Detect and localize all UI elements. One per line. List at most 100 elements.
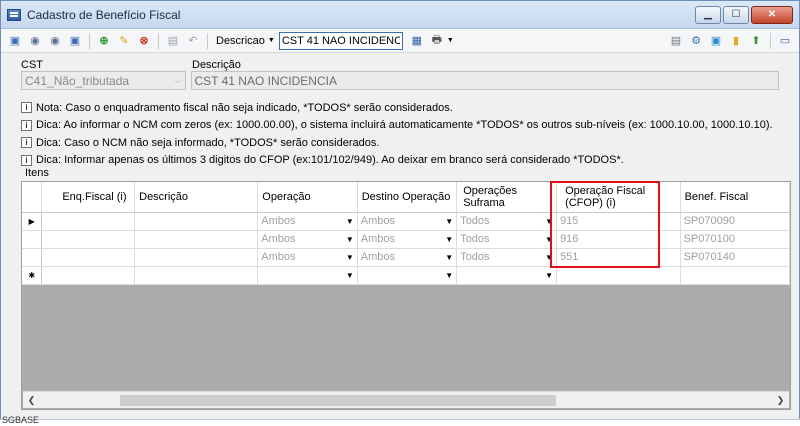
save-icon[interactable]: ▤ bbox=[165, 33, 181, 49]
horizontal-scrollbar[interactable]: ❮ ❯ bbox=[23, 391, 789, 408]
cell-suframa-value: Todos bbox=[460, 251, 490, 263]
dropdown-arrow-icon[interactable]: ▼ bbox=[545, 253, 553, 262]
cell-benef-fiscal[interactable] bbox=[680, 266, 790, 285]
dropdown-arrow-icon[interactable]: ▼ bbox=[445, 271, 453, 280]
table-row[interactable]: Ambos ▼ Ambos ▼ Todos ▼ 551 SP070140 bbox=[22, 248, 790, 267]
cell-operacao[interactable]: Ambos ▼ bbox=[257, 212, 358, 231]
form-area: CST Descrição C41_Não_tributada ⌵ CST 41… bbox=[1, 53, 799, 169]
dropdown-arrow-icon[interactable]: ▼ bbox=[346, 217, 354, 226]
chevron-down-icon[interactable]: ▼ bbox=[447, 37, 454, 44]
delete-icon[interactable]: ⊗ bbox=[136, 33, 152, 49]
table-row[interactable]: ▶ Ambos ▼ Ambos ▼ Todos ▼ 915 SP070090 bbox=[22, 212, 790, 231]
doc-icon[interactable]: ▮ bbox=[728, 33, 744, 49]
descricao-field[interactable]: CST 41 NAO INCIDENCIA bbox=[190, 71, 779, 90]
first-icon[interactable]: ▣ bbox=[7, 33, 23, 49]
dropdown-arrow-icon[interactable]: ▼ bbox=[445, 253, 453, 262]
new-row-asterisk-icon[interactable]: ✱ bbox=[22, 266, 43, 285]
tools-icon[interactable]: ⚙ bbox=[688, 33, 704, 49]
dropdown-arrow-icon[interactable]: ▼ bbox=[445, 217, 453, 226]
maximize-button[interactable]: ☐ bbox=[723, 5, 749, 24]
cell-descricao[interactable] bbox=[134, 230, 259, 249]
scroll-track[interactable] bbox=[40, 392, 772, 409]
fields-row: C41_Não_tributada ⌵ CST 41 NAO INCIDENCI… bbox=[21, 71, 779, 90]
cell-operacao[interactable]: ▼ bbox=[257, 266, 358, 285]
itens-table: Enq.Fiscal (i) Descrição Operação Destin… bbox=[22, 182, 790, 285]
itens-grid[interactable]: Enq.Fiscal (i) Descrição Operação Destin… bbox=[21, 181, 791, 410]
col-header-cfop[interactable]: Operação Fiscal (CFOP) (i) bbox=[556, 182, 681, 213]
export-icon[interactable]: ▣ bbox=[708, 33, 724, 49]
field-selector-dropdown[interactable]: Descricao ▼ bbox=[216, 35, 275, 47]
row-current-indicator-icon[interactable]: ▶ bbox=[22, 212, 43, 231]
new-row[interactable]: ✱ ▼ ▼ ▼ bbox=[22, 266, 790, 285]
cell-benef-fiscal[interactable]: SP070090 bbox=[680, 212, 790, 231]
search-input[interactable] bbox=[278, 31, 403, 50]
cell-benef-fiscal[interactable]: SP070140 bbox=[680, 248, 790, 267]
cell-operacoes-suframa[interactable]: Todos ▼ bbox=[456, 212, 558, 231]
row-header[interactable] bbox=[22, 230, 43, 249]
cell-operacao[interactable]: Ambos ▼ bbox=[257, 248, 358, 267]
last-icon[interactable]: ▣ bbox=[67, 33, 83, 49]
cell-destino-operacao[interactable]: Ambos ▼ bbox=[357, 212, 458, 231]
edit-icon[interactable]: ✎ bbox=[116, 33, 132, 49]
cell-descricao[interactable] bbox=[134, 266, 259, 285]
cell-enq-fiscal[interactable] bbox=[41, 212, 136, 231]
cst-combobox[interactable]: C41_Não_tributada ⌵ bbox=[21, 71, 186, 90]
dropdown-arrow-icon[interactable]: ▼ bbox=[545, 271, 553, 280]
filter-icon[interactable]: ▤ bbox=[668, 33, 684, 49]
undo-icon[interactable]: ↶ bbox=[185, 33, 201, 49]
dropdown-arrow-icon[interactable]: ▼ bbox=[445, 235, 453, 244]
col-header-operacoes-suframa[interactable]: Operações Suframa bbox=[456, 182, 558, 213]
cell-enq-fiscal[interactable] bbox=[41, 266, 136, 285]
cell-descricao[interactable] bbox=[134, 212, 259, 231]
cell-operacoes-suframa[interactable]: Todos ▼ bbox=[456, 248, 558, 267]
search-grid-icon[interactable]: ▦ bbox=[409, 33, 425, 49]
cell-enq-fiscal[interactable] bbox=[41, 230, 136, 249]
toolbar-separator bbox=[89, 32, 90, 49]
cell-destino-operacao[interactable]: Ambos ▼ bbox=[357, 248, 458, 267]
minimize-button[interactable]: ▁ bbox=[695, 5, 721, 24]
note-item: i Dica: Informar apenas os últimos 3 dig… bbox=[21, 152, 779, 170]
itens-group: Itens Enq.Fiscal (i) Descrição Operação … bbox=[21, 167, 791, 413]
dropdown-arrow-icon[interactable]: ▼ bbox=[346, 235, 354, 244]
prev-icon[interactable]: ◉ bbox=[27, 33, 43, 49]
next-icon[interactable]: ◉ bbox=[47, 33, 63, 49]
field-selector-label: Descricao bbox=[216, 34, 265, 47]
scroll-left-icon[interactable]: ❮ bbox=[23, 392, 40, 409]
col-header-operacao[interactable]: Operação bbox=[257, 182, 358, 213]
scroll-right-icon[interactable]: ❯ bbox=[772, 392, 789, 409]
dropdown-arrow-icon[interactable]: ▼ bbox=[545, 235, 553, 244]
close-button[interactable]: ✕ bbox=[751, 5, 793, 24]
row-header[interactable] bbox=[22, 248, 43, 267]
cell-operacoes-suframa[interactable]: ▼ bbox=[456, 266, 558, 285]
cell-operacao[interactable]: Ambos ▼ bbox=[257, 230, 358, 249]
col-header-destino-operacao[interactable]: Destino Operação bbox=[357, 182, 458, 213]
cell-cfop[interactable]: 551 bbox=[556, 248, 681, 267]
cell-operacao-value: Ambos bbox=[261, 233, 296, 245]
cell-cfop[interactable] bbox=[556, 266, 681, 285]
info-icon[interactable]: ⬆ bbox=[748, 33, 764, 49]
info-icon: i bbox=[21, 119, 32, 131]
cell-benef-fiscal[interactable]: SP070100 bbox=[680, 230, 790, 249]
cell-cfop[interactable]: 915 bbox=[556, 212, 681, 231]
cell-destino-operacao[interactable]: Ambos ▼ bbox=[357, 230, 458, 249]
cell-operacoes-suframa[interactable]: Todos ▼ bbox=[456, 230, 558, 249]
dropdown-arrow-icon[interactable]: ▼ bbox=[346, 271, 354, 280]
dropdown-arrow-icon[interactable]: ▼ bbox=[346, 253, 354, 262]
cell-enq-fiscal[interactable] bbox=[41, 248, 136, 267]
col-header-benef-fiscal[interactable]: Benef. Fiscal bbox=[680, 182, 790, 213]
exit-icon[interactable]: ▭ bbox=[777, 33, 793, 49]
scroll-thumb[interactable] bbox=[120, 394, 556, 406]
cell-descricao[interactable] bbox=[134, 248, 259, 267]
title-bar[interactable]: Cadastro de Benefício Fiscal ▁ ☐ ✕ bbox=[1, 1, 799, 29]
cell-destino-operacao[interactable]: ▼ bbox=[357, 266, 458, 285]
chevron-down-icon: ▼ bbox=[267, 37, 275, 44]
note-item: i Dica: Ao informar o NCM com zeros (ex:… bbox=[21, 117, 779, 135]
dropdown-arrow-icon[interactable]: ▼ bbox=[545, 217, 553, 226]
col-header-descricao[interactable]: Descrição bbox=[134, 182, 259, 213]
print-icon[interactable]: 🖶 bbox=[429, 33, 445, 49]
cell-cfop[interactable]: 916 bbox=[556, 230, 681, 249]
col-header-enq-fiscal[interactable]: Enq.Fiscal (i) bbox=[41, 182, 136, 213]
table-row[interactable]: Ambos ▼ Ambos ▼ Todos ▼ 916 SP070100 bbox=[22, 230, 790, 249]
add-icon[interactable]: ⊕ bbox=[96, 33, 112, 49]
cell-operacao-value: Ambos bbox=[261, 251, 296, 263]
